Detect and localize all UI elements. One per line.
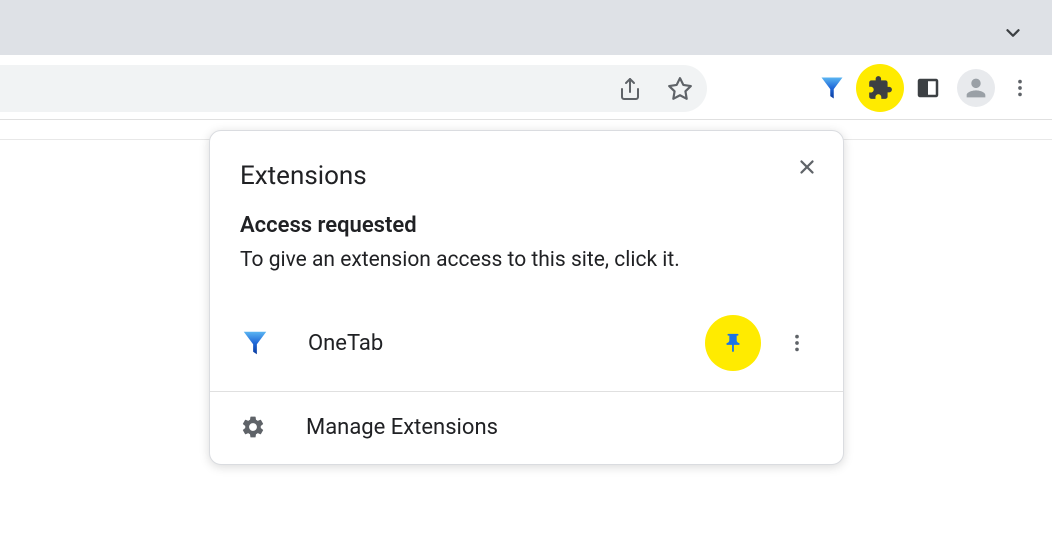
bookmark-star-icon[interactable]	[661, 65, 699, 113]
chrome-menu-icon[interactable]	[1000, 64, 1040, 112]
toolbar	[0, 55, 1052, 120]
onetab-extension-icon[interactable]	[808, 64, 856, 112]
section-description: To give an extension access to this site…	[240, 246, 813, 275]
section-heading: Access requested	[240, 213, 813, 238]
extension-menu-icon[interactable]	[773, 319, 821, 367]
manage-extensions-label: Manage Extensions	[306, 415, 498, 440]
manage-extensions-row[interactable]: Manage Extensions	[210, 392, 843, 464]
extensions-popup: Extensions Access requested To give an e…	[209, 130, 844, 465]
extensions-puzzle-icon[interactable]	[856, 64, 904, 112]
extension-row[interactable]: OneTab	[210, 299, 843, 391]
pin-button[interactable]	[705, 315, 761, 371]
share-icon[interactable]	[611, 65, 649, 113]
extension-name: OneTab	[308, 331, 705, 356]
side-panel-icon[interactable]	[904, 64, 952, 112]
gear-icon	[240, 414, 266, 440]
tab-strip	[0, 0, 1052, 55]
chevron-down-icon[interactable]	[1002, 22, 1024, 48]
popup-title: Extensions	[240, 161, 813, 191]
onetab-icon	[240, 328, 270, 358]
omnibox[interactable]	[0, 65, 707, 112]
profile-avatar[interactable]	[952, 64, 1000, 112]
